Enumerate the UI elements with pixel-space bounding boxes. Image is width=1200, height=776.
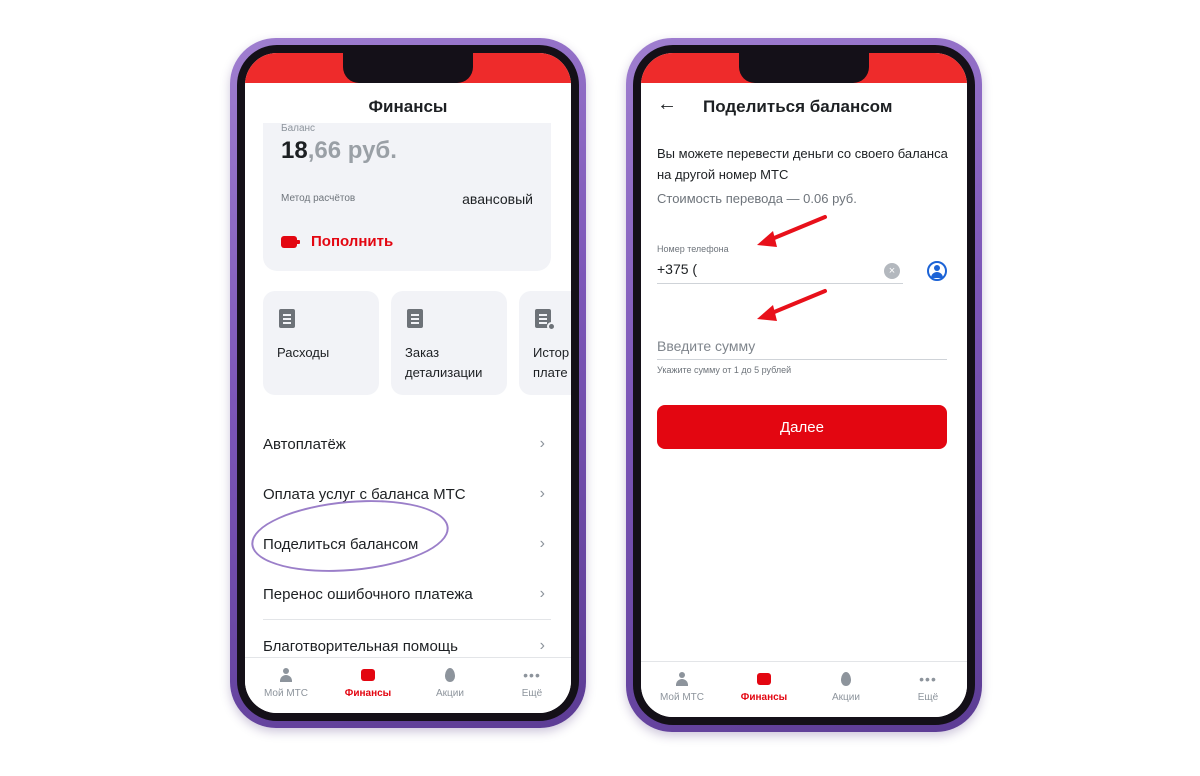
menu-item-label: Автоплатёж (263, 435, 346, 453)
phone-bezel: Финансы Баланс 18,66 руб. Метод расчётов… (237, 45, 579, 721)
balance-amount-int: 18 (281, 137, 308, 164)
tab-more[interactable]: ••• Ещё (491, 666, 571, 699)
menu-item-autopay[interactable]: Автоплатёж › (263, 419, 551, 469)
balance-card: Баланс 18,66 руб. Метод расчётов авансов… (263, 123, 551, 271)
more-dots-icon: ••• (919, 671, 937, 687)
document-clock-icon (535, 309, 556, 331)
tile-label-line-2: плате (533, 365, 568, 380)
field-underline (657, 359, 947, 360)
tab-label: Ещё (917, 692, 939, 703)
menu-item-label: Благотворительная помощь (263, 637, 458, 655)
phone-bezel: ← Поделиться балансом Вы можете перевест… (633, 45, 975, 725)
balance-amount-frac: ,66 руб. (307, 137, 397, 164)
tab-label: Мой МТС (263, 688, 309, 699)
document-edit-icon (407, 309, 423, 328)
phone-frame-share-balance: ← Поделиться балансом Вы можете перевест… (626, 38, 982, 732)
tile-order-details[interactable]: Заказ детализации (391, 291, 507, 395)
phone-notch (343, 53, 473, 83)
tab-finance[interactable]: Финансы (723, 670, 805, 703)
balance-label: Баланс (281, 123, 316, 134)
topup-button[interactable]: Пополнить (281, 233, 393, 250)
bottom-tab-bar: Мой МТС Финансы Акции ••• Ещё (641, 661, 967, 717)
tile-label-line-1: Заказ (405, 345, 440, 360)
menu-item-transfer-wrong-payment[interactable]: Перенос ошибочного платежа › (263, 569, 551, 619)
chevron-right-icon: › (539, 585, 545, 602)
topup-label: Пополнить (311, 233, 394, 250)
tab-my-mts[interactable]: Мой МТС (641, 670, 723, 703)
person-icon (279, 668, 293, 682)
amount-hint: Укажите сумму от 1 до 5 рублей (657, 365, 792, 375)
flame-icon (841, 672, 851, 686)
back-arrow-icon[interactable]: ← (657, 93, 677, 116)
tab-more[interactable]: ••• Ещё (887, 670, 967, 703)
finance-screen: Финансы Баланс 18,66 руб. Метод расчётов… (245, 53, 571, 713)
bottom-tab-bar: Мой МТС Финансы Акции ••• Ещё (245, 657, 571, 713)
tab-promotions[interactable]: Акции (409, 666, 491, 699)
payment-method-label: Метод расчётов (281, 193, 356, 204)
tab-label: Акции (436, 688, 464, 699)
tab-label: Финансы (740, 692, 788, 703)
amount-input[interactable] (657, 335, 947, 357)
flame-icon (445, 668, 455, 682)
annotation-arrow-amount-icon (757, 289, 827, 321)
wallet-icon (281, 235, 300, 248)
wallet-icon (361, 669, 375, 681)
chevron-right-icon: › (539, 535, 545, 552)
tile-label-line-1: Истор (533, 345, 570, 360)
page-title: Поделиться балансом (703, 97, 893, 116)
share-balance-screen: ← Поделиться балансом Вы можете перевест… (641, 53, 967, 717)
tile-label: Заказ детализации (405, 343, 482, 383)
phone-notch (739, 53, 869, 83)
document-icon (279, 309, 295, 328)
phone-frame-finance: Финансы Баланс 18,66 руб. Метод расчётов… (230, 38, 586, 728)
person-icon (675, 672, 689, 686)
wallet-icon (757, 673, 771, 685)
tab-my-mts[interactable]: Мой МТС (245, 666, 327, 699)
tile-label: Расходы (277, 343, 329, 363)
transfer-description: Вы можете перевести деньги со своего бал… (657, 146, 948, 182)
tile-expenses[interactable]: Расходы (263, 291, 379, 395)
more-dots-icon: ••• (523, 667, 541, 683)
menu-divider (263, 619, 551, 620)
tab-promotions[interactable]: Акции (805, 670, 887, 703)
tile-label-line-1: Расходы (277, 345, 330, 360)
phone-number-label: Номер телефона (657, 244, 729, 254)
page-title: Финансы (368, 97, 448, 116)
tile-label: Истор плате (533, 343, 569, 383)
tab-label: Ещё (521, 688, 543, 699)
phone-number-value[interactable]: +375 ( (657, 261, 903, 281)
menu-item-label: Перенос ошибочного платежа (263, 585, 473, 603)
next-button[interactable]: Далее (657, 405, 947, 449)
clear-icon[interactable]: × (884, 263, 900, 279)
amount-field[interactable] (657, 335, 947, 360)
tile-label-line-2: детализации (405, 365, 483, 380)
chevron-right-icon: › (539, 637, 545, 654)
tile-payment-history[interactable]: Истор плате (519, 291, 571, 395)
annotation-arrow-phone-icon (757, 215, 827, 247)
tab-label: Акции (832, 692, 860, 703)
balance-amount: 18,66 руб. (281, 137, 397, 165)
transfer-cost: Стоимость перевода — 0.06 руб. (657, 191, 857, 206)
field-underline (657, 283, 903, 284)
tab-label: Финансы (344, 688, 392, 699)
tab-label: Мой МТС (659, 692, 705, 703)
chevron-right-icon: › (539, 435, 545, 452)
tab-finance[interactable]: Финансы (327, 666, 409, 699)
contact-picker-icon[interactable] (927, 261, 947, 281)
payment-method-value: авансовый (462, 191, 533, 207)
chevron-right-icon: › (539, 485, 545, 502)
